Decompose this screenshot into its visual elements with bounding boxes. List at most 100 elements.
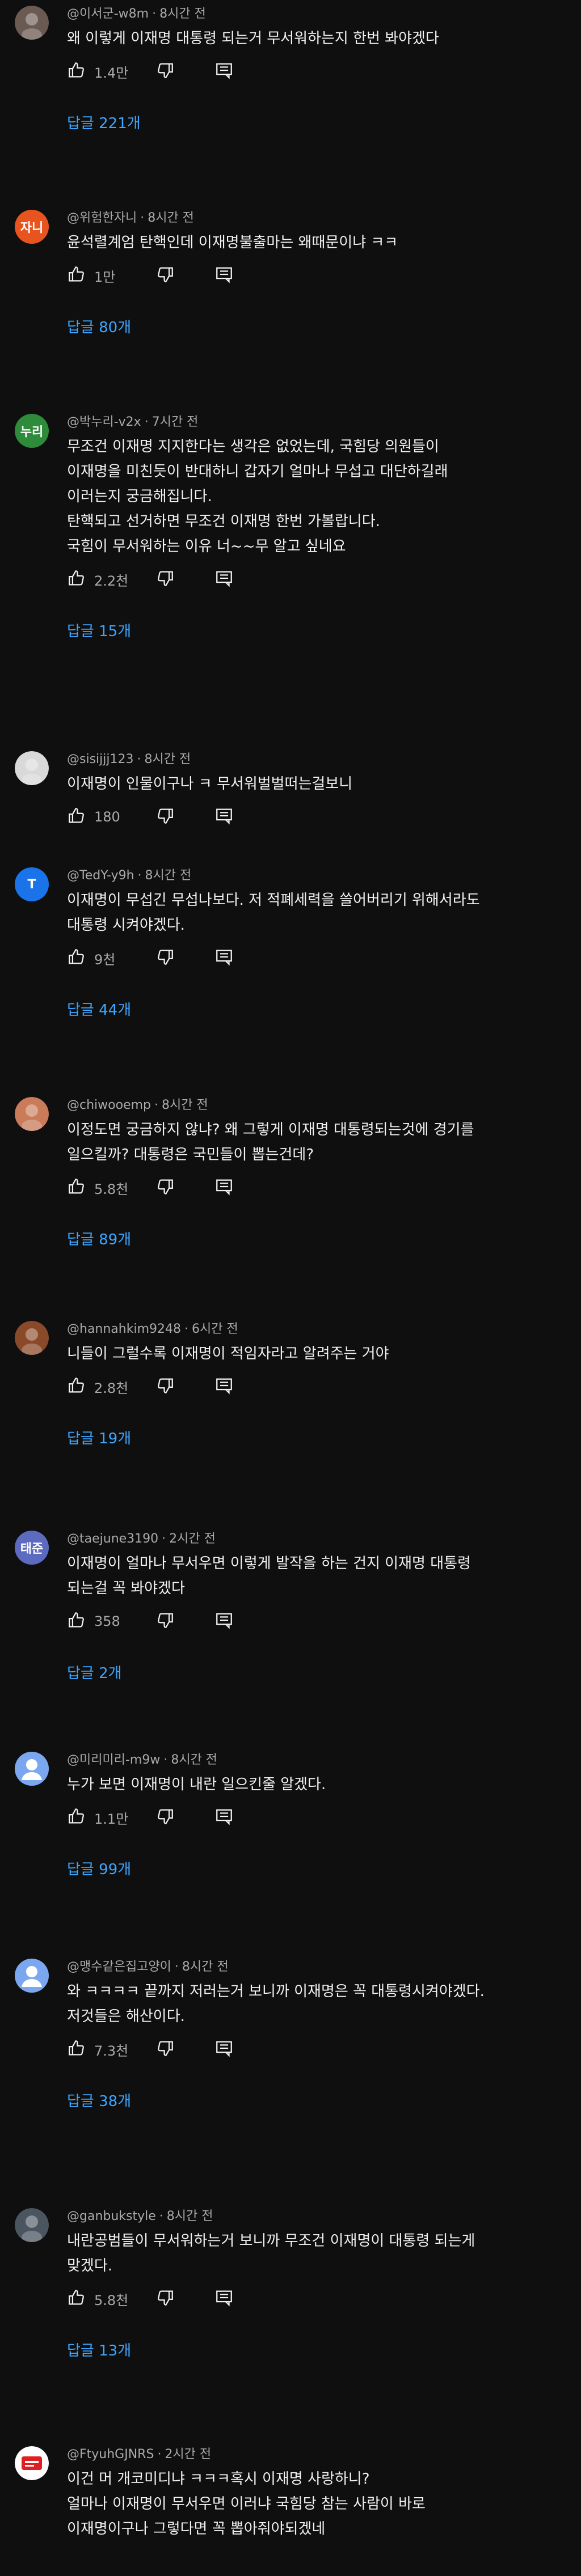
reply-button[interactable] — [214, 806, 234, 828]
comment-time[interactable]: 8시간 전 — [144, 752, 191, 766]
avatar[interactable] — [15, 2446, 49, 2480]
default-person-icon — [22, 1759, 42, 1780]
dislike-button[interactable] — [155, 1177, 175, 1198]
dislike-button[interactable] — [155, 61, 175, 82]
avatar[interactable]: 누리 — [15, 414, 49, 448]
reply-button[interactable] — [214, 2288, 234, 2310]
dislike-button[interactable] — [155, 947, 175, 969]
view-replies-link[interactable]: 답글 38개 — [67, 2091, 558, 2112]
reply-button[interactable] — [214, 1611, 234, 1632]
comment-time[interactable]: 8시간 전 — [182, 1960, 229, 1974]
comment-actions: 2.8천 — [67, 1370, 558, 1404]
reply-button[interactable] — [214, 61, 234, 82]
avatar[interactable] — [15, 2208, 49, 2242]
author-handle[interactable]: @sisijjj123 — [67, 752, 133, 766]
view-replies-link[interactable]: 답글 80개 — [67, 317, 558, 338]
dislike-button[interactable] — [155, 1807, 175, 1828]
comment-text: 왜 이렇게 이재명 대통령 되는거 무서워하는지 한번 봐야겠다 — [67, 30, 439, 47]
avatar[interactable]: T — [15, 867, 49, 901]
reply-icon — [214, 1611, 234, 1632]
thumbs-up-icon — [67, 1807, 86, 1828]
reply-button[interactable] — [214, 1177, 234, 1198]
reply-button[interactable] — [214, 2039, 234, 2060]
avatar[interactable] — [15, 751, 49, 785]
like-button[interactable] — [67, 569, 86, 590]
thumbs-down-icon — [155, 265, 175, 286]
comment-time[interactable]: 8시간 전 — [171, 1753, 217, 1767]
like-button[interactable] — [67, 265, 86, 286]
like-button[interactable] — [67, 1807, 86, 1828]
avatar[interactable] — [15, 6, 49, 40]
like-button[interactable] — [67, 1611, 86, 1632]
separator: · — [137, 868, 142, 883]
dislike-button[interactable] — [155, 2288, 175, 2310]
like-button[interactable] — [67, 806, 86, 828]
author-handle[interactable]: @TedY-y9h — [67, 868, 134, 883]
avatar[interactable]: 자니 — [15, 210, 49, 244]
view-replies-link[interactable]: 답글 44개 — [67, 1000, 558, 1020]
avatar[interactable] — [15, 1321, 49, 1355]
view-replies-link[interactable]: 답글 99개 — [67, 1859, 558, 1880]
comment-time[interactable]: 8시간 전 — [145, 868, 192, 883]
comment-text: 이건 머 개코미디냐 ㅋㅋㅋ혹시 이재명 사랑하니? 얼마나 이재명이 무서우면… — [67, 2471, 426, 2537]
avatar-initial: 자니 — [20, 221, 44, 235]
author-handle[interactable]: @이서군-w8m — [67, 7, 149, 21]
reply-button[interactable] — [214, 569, 234, 590]
reply-button[interactable] — [214, 265, 234, 286]
comment-meta: @ganbukstyle · 8시간 전 — [67, 2208, 558, 2225]
author-handle[interactable]: @ganbukstyle — [67, 2209, 156, 2223]
avatar[interactable] — [15, 1959, 49, 1993]
like-count: 1만 — [94, 269, 116, 285]
reply-button[interactable] — [214, 1376, 234, 1397]
author-handle[interactable]: @taejune3190 — [67, 1532, 158, 1546]
view-replies-link[interactable]: 답글 19개 — [67, 1429, 558, 1449]
view-replies-link[interactable]: 답글 15개 — [67, 621, 558, 642]
reply-button[interactable] — [214, 1807, 234, 1828]
comment-time[interactable]: 8시간 전 — [148, 211, 194, 225]
dislike-button[interactable] — [155, 569, 175, 590]
comment-actions: 1만 — [67, 259, 558, 293]
comment-time[interactable]: 2시간 전 — [169, 1532, 216, 1546]
dislike-button[interactable] — [155, 265, 175, 286]
thumbs-down-icon — [155, 1376, 175, 1397]
avatar[interactable]: 태준 — [15, 1531, 49, 1565]
dislike-button[interactable] — [155, 1611, 175, 1632]
view-replies-link[interactable]: 답글 13개 — [67, 2341, 558, 2361]
author-handle[interactable]: @미리미리-m9w — [67, 1753, 160, 1767]
comment-time[interactable]: 8시간 전 — [167, 2209, 213, 2223]
like-button[interactable] — [67, 947, 86, 969]
profile-photo — [15, 6, 49, 40]
avatar-initial: 태준 — [20, 1542, 44, 1556]
comment-time[interactable]: 8시간 전 — [159, 7, 206, 21]
view-replies-link[interactable]: 답글 2개 — [67, 1663, 558, 1684]
thumbs-down-icon — [155, 61, 175, 82]
author-handle[interactable]: @chiwooemp — [67, 1098, 151, 1112]
like-button[interactable] — [67, 1376, 86, 1397]
comment-time[interactable]: 2시간 전 — [165, 2447, 211, 2461]
avatar[interactable] — [15, 1097, 49, 1131]
view-replies-link[interactable]: 답글 89개 — [67, 1230, 558, 1250]
like-button[interactable] — [67, 2039, 86, 2060]
comment-text: 니들이 그럴수록 이재명이 적임자라고 알려주는 거야 — [67, 1345, 389, 1362]
comment-time[interactable]: 8시간 전 — [162, 1098, 208, 1112]
reply-icon — [214, 265, 234, 286]
like-count: 2.2천 — [94, 573, 129, 589]
author-handle[interactable]: @위험한자니 — [67, 211, 137, 225]
like-button[interactable] — [67, 1177, 86, 1198]
dislike-button[interactable] — [155, 2039, 175, 2060]
like-button[interactable] — [67, 2288, 86, 2310]
comment-actions: 358 — [67, 1604, 558, 1638]
comment-time[interactable]: 7시간 전 — [152, 415, 199, 429]
reply-button[interactable] — [214, 947, 234, 969]
comment-time[interactable]: 6시간 전 — [192, 1322, 238, 1336]
comment-text: 이재명이 얼마나 무서우면 이렇게 발작을 하는 건지 이재명 대통령 되는걸 … — [67, 1555, 471, 1597]
view-replies-link[interactable]: 답글 221개 — [67, 113, 558, 134]
author-handle[interactable]: @박누리-v2x — [67, 415, 141, 429]
author-handle[interactable]: @FtyuhGJNRS — [67, 2447, 154, 2461]
dislike-button[interactable] — [155, 806, 175, 828]
author-handle[interactable]: @맹수같은집고양이 — [67, 1960, 171, 1974]
dislike-button[interactable] — [155, 1376, 175, 1397]
like-button[interactable] — [67, 61, 86, 82]
author-handle[interactable]: @hannahkim9248 — [67, 1322, 181, 1336]
avatar[interactable] — [15, 1752, 49, 1786]
